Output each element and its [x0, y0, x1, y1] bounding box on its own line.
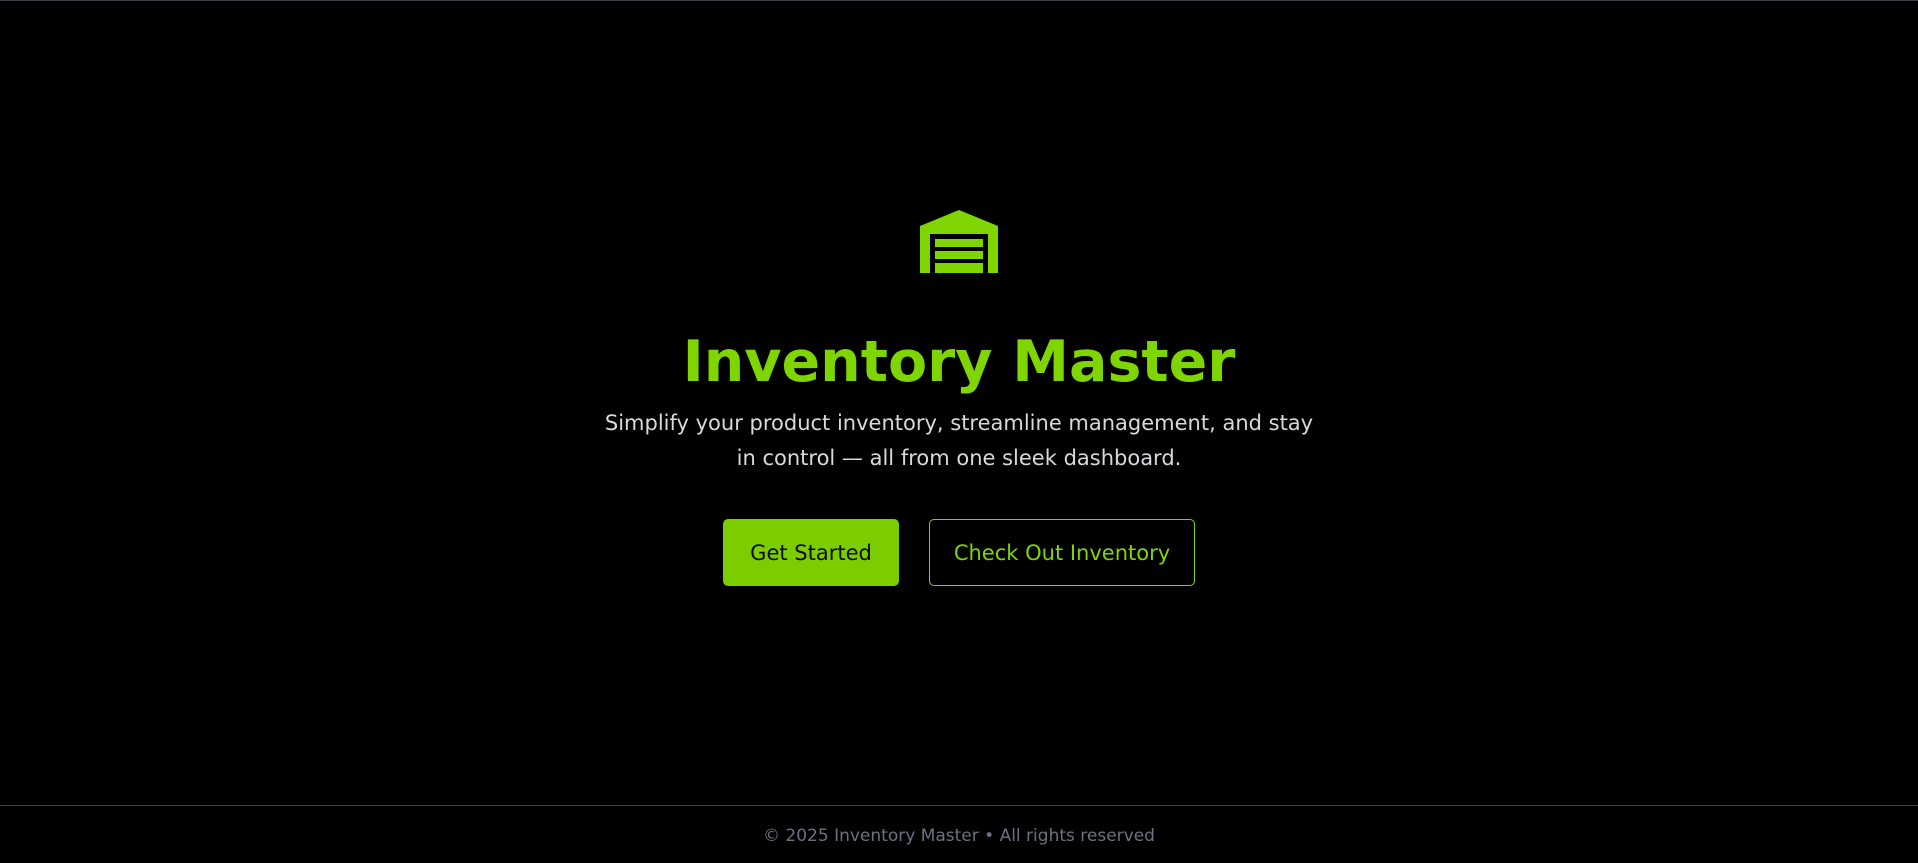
warehouse-icon: [920, 210, 998, 273]
hero-section: Inventory Master Simplify your product i…: [0, 1, 1918, 805]
landing-page: Inventory Master Simplify your product i…: [0, 0, 1918, 863]
footer: © 2025 Inventory Master • All rights res…: [0, 805, 1918, 863]
check-out-inventory-button[interactable]: Check Out Inventory: [929, 519, 1195, 586]
page-title: Inventory Master: [682, 329, 1236, 395]
get-started-button[interactable]: Get Started: [723, 519, 899, 586]
hero-actions: Get Started Check Out Inventory: [723, 519, 1195, 586]
hero-subtitle: Simplify your product inventory, streaml…: [604, 411, 1314, 470]
footer-copyright: © 2025 Inventory Master • All rights res…: [763, 825, 1155, 846]
